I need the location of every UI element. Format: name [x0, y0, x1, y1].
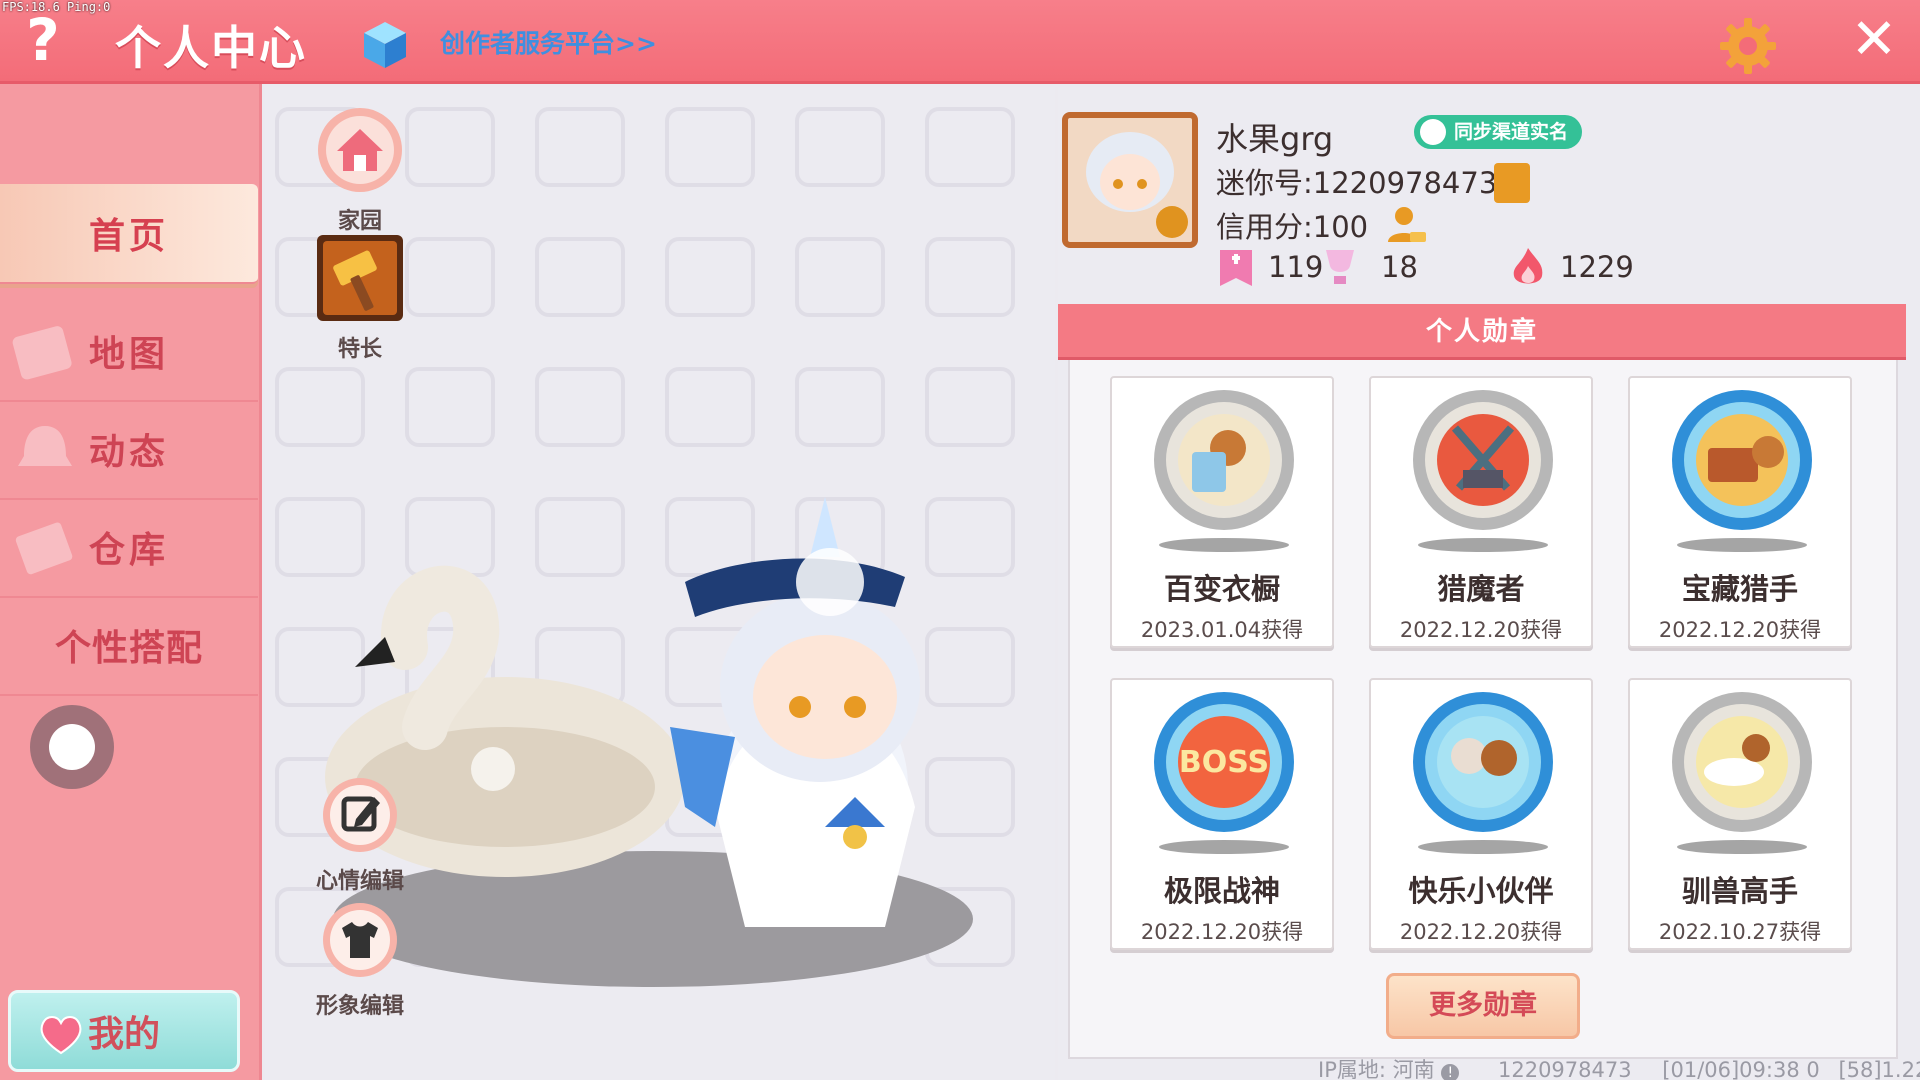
avatar[interactable]	[1062, 112, 1198, 248]
home-entry[interactable]: 家园	[315, 107, 405, 235]
sidebar-item-label: 动态	[88, 432, 169, 473]
floating-assist-button[interactable]	[30, 705, 114, 789]
sidebar-item-outfit[interactable]: 个性搭配	[0, 596, 258, 696]
sidebar-item-label: 首页	[88, 216, 169, 257]
sidebar-item-label: 地图	[88, 334, 169, 375]
flag-plus-icon	[1220, 250, 1252, 286]
flame-icon	[1513, 248, 1543, 284]
badge-card[interactable]: 宝藏猎手 2022.12.20获得	[1628, 376, 1852, 648]
more-badges-button[interactable]: 更多勋章	[1386, 973, 1580, 1039]
badge-header: 个人勋章	[1058, 304, 1906, 360]
map-icon	[12, 326, 72, 380]
footer-uid: 1220978473	[1497, 1058, 1632, 1080]
badge-name: 极限战神	[1163, 874, 1280, 908]
sidebar-item-home[interactable]: 首页	[0, 184, 258, 284]
footer-timestamp: [01/06]09:38 0	[1662, 1058, 1820, 1080]
svg-text:BOSS: BOSS	[1179, 745, 1269, 780]
stat-trophies: 18	[1381, 250, 1418, 284]
bell-icon	[18, 426, 72, 466]
shirt-icon	[323, 903, 397, 977]
trophy-icon	[1326, 250, 1354, 284]
swords-icon	[1413, 390, 1553, 530]
badge-card[interactable]: 猎魔者 2022.12.20获得	[1369, 376, 1593, 648]
info-icon[interactable]: !	[1441, 1064, 1460, 1080]
realname-badge[interactable]: 同步渠道实名	[1414, 115, 1583, 149]
ip-location: IP属地: 河南	[1318, 1058, 1435, 1080]
sidebar: 首页 地图 动态 仓库 个性搭配	[0, 84, 262, 1080]
mini-id: 迷你号:1220978473	[1216, 166, 1498, 200]
medal-shadow	[1677, 840, 1807, 854]
credit-score: 信用分:100	[1216, 210, 1369, 244]
sidebar-item-warehouse[interactable]: 仓库	[0, 498, 258, 598]
sidebar-item-map[interactable]: 地图	[0, 302, 258, 402]
badge-name: 快乐小伙伴	[1408, 874, 1554, 908]
my-button-label: 我的	[87, 1014, 160, 1055]
boss-icon: BOSS	[1154, 692, 1294, 832]
medal-shadow	[1677, 538, 1807, 552]
medal-shadow	[1159, 840, 1289, 854]
badge-date: 2022.12.20获得	[1399, 618, 1563, 642]
badge-name: 猎魔者	[1437, 572, 1525, 606]
badge-name: 驯兽高手	[1681, 874, 1798, 908]
skill-label: 特长	[337, 337, 382, 362]
treasure-chest-icon	[1672, 390, 1812, 530]
medal-shadow	[1418, 538, 1548, 552]
edit-icon	[323, 778, 397, 852]
gear-icon[interactable]	[1718, 16, 1778, 76]
badge-date: 2022.12.20获得	[1140, 920, 1304, 944]
sidebar-item-label: 仓库	[88, 530, 169, 571]
badge-card[interactable]: 快乐小伙伴 2022.12.20获得	[1369, 678, 1593, 950]
my-button[interactable]: 我的	[8, 990, 240, 1072]
nickname: 水果grg	[1216, 120, 1334, 158]
medal-shadow	[1159, 538, 1289, 552]
badge-date: 2022.12.20获得	[1399, 920, 1563, 944]
sidebar-item-feed[interactable]: 动态	[0, 400, 258, 500]
avatar-edit-entry[interactable]: 形象编辑	[308, 902, 412, 1020]
home-label: 家园	[337, 209, 382, 234]
badge-card[interactable]: BOSS 极限战神 2022.12.20获得	[1110, 678, 1334, 950]
page-title: 个人中心	[115, 21, 307, 75]
character-view: 家园 特长 心情编辑 形象编辑	[265, 87, 1055, 1080]
badge-card[interactable]: 百变衣橱 2023.01.04获得	[1110, 376, 1334, 648]
beast-tamer-icon	[1672, 692, 1812, 832]
close-button[interactable]: ✕	[1848, 12, 1900, 68]
stat-adds: 119	[1268, 250, 1324, 284]
sidebar-item-label: 个性搭配	[54, 628, 203, 669]
footer-version: [58]1.22.1	[1838, 1058, 1920, 1080]
friends-icon	[1413, 692, 1553, 832]
skill-entry[interactable]: 特长	[315, 235, 405, 363]
avatar-portrait	[1068, 118, 1192, 242]
badge-date: 2022.10.27获得	[1658, 920, 1822, 944]
avatar-edit-label: 形象编辑	[315, 994, 404, 1019]
help-button[interactable]: ?	[18, 10, 68, 70]
bear-shield-icon	[1154, 390, 1294, 530]
mood-edit-entry[interactable]: 心情编辑	[308, 777, 412, 895]
house-icon	[318, 108, 402, 192]
mood-edit-label: 心情编辑	[315, 869, 404, 894]
cube-icon[interactable]	[362, 20, 408, 70]
medal-shadow	[1418, 840, 1548, 854]
friend-icon[interactable]	[1384, 204, 1428, 244]
heart-icon	[40, 1016, 82, 1055]
badge-card[interactable]: 驯兽高手 2022.10.27获得	[1628, 678, 1852, 950]
copy-icon[interactable]	[1494, 163, 1530, 203]
badge-name: 宝藏猎手	[1681, 572, 1798, 606]
stat-heat: 1229	[1560, 250, 1634, 284]
hammer-icon	[317, 235, 403, 321]
user-check-icon	[1420, 119, 1446, 145]
top-bar: FPS:18.6 Ping:0 ? 个人中心 创作者服务平台>> ✕	[0, 0, 1920, 84]
badge-name: 百变衣橱	[1163, 572, 1280, 606]
badge-date: 2022.12.20获得	[1658, 618, 1822, 642]
footer-info: IP属地: 河南 ! 1220978473 [01/06]09:38 0 [58…	[1318, 1054, 1920, 1080]
box-icon	[15, 522, 73, 575]
creator-platform-link[interactable]: 创作者服务平台>>	[440, 24, 657, 60]
badge-date: 2023.01.04获得	[1140, 618, 1304, 642]
